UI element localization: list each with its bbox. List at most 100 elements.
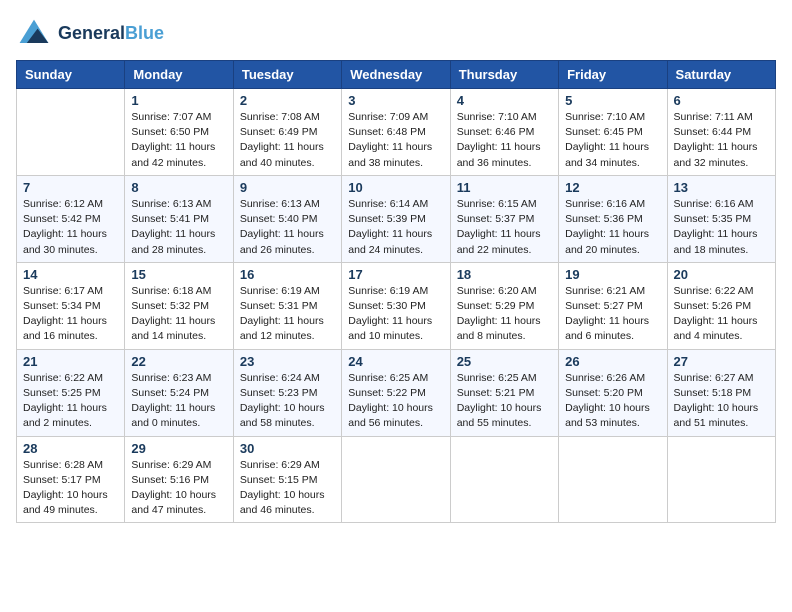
day-number: 26 xyxy=(565,354,660,369)
day-info: Sunrise: 6:13 AM Sunset: 5:40 PM Dayligh… xyxy=(240,197,335,258)
weekday-header: Monday xyxy=(125,61,233,89)
day-number: 23 xyxy=(240,354,335,369)
calendar-cell: 30 Sunrise: 6:29 AM Sunset: 5:15 PM Dayli… xyxy=(233,436,341,523)
weekday-header: Saturday xyxy=(667,61,775,89)
calendar-cell xyxy=(559,436,667,523)
day-number: 10 xyxy=(348,180,443,195)
day-number: 21 xyxy=(23,354,118,369)
day-number: 3 xyxy=(348,93,443,108)
calendar-cell: 27 Sunrise: 6:27 AM Sunset: 5:18 PM Dayli… xyxy=(667,349,775,436)
calendar-cell: 15 Sunrise: 6:18 AM Sunset: 5:32 PM Dayli… xyxy=(125,262,233,349)
day-number: 22 xyxy=(131,354,226,369)
day-info: Sunrise: 6:24 AM Sunset: 5:23 PM Dayligh… xyxy=(240,371,335,432)
calendar-cell: 11 Sunrise: 6:15 AM Sunset: 5:37 PM Dayli… xyxy=(450,175,558,262)
day-number: 14 xyxy=(23,267,118,282)
day-number: 8 xyxy=(131,180,226,195)
day-number: 6 xyxy=(674,93,769,108)
calendar-cell: 29Sunrise: 6:29 AM Sunset: 5:16 PM Dayli… xyxy=(125,436,233,523)
day-number: 17 xyxy=(348,267,443,282)
calendar-cell: 9 Sunrise: 6:13 AM Sunset: 5:40 PM Daylig… xyxy=(233,175,341,262)
day-info: Sunrise: 6:17 AM Sunset: 5:34 PM Dayligh… xyxy=(23,284,118,345)
day-number: 2 xyxy=(240,93,335,108)
day-number: 30 xyxy=(240,441,335,456)
calendar-cell xyxy=(450,436,558,523)
day-info: Sunrise: 6:22 AM Sunset: 5:25 PM Dayligh… xyxy=(23,371,118,432)
weekday-header: Sunday xyxy=(17,61,125,89)
day-info: Sunrise: 6:19 AM Sunset: 5:31 PM Dayligh… xyxy=(240,284,335,345)
page-header: GeneralBlue xyxy=(16,16,776,52)
day-number: 13 xyxy=(674,180,769,195)
day-info: Sunrise: 6:26 AM Sunset: 5:20 PM Dayligh… xyxy=(565,371,660,432)
calendar-cell: 3 Sunrise: 7:09 AM Sunset: 6:48 PM Daylig… xyxy=(342,89,450,176)
calendar-cell: 2 Sunrise: 7:08 AM Sunset: 6:49 PM Daylig… xyxy=(233,89,341,176)
calendar-cell: 7 Sunrise: 6:12 AM Sunset: 5:42 PM Daylig… xyxy=(17,175,125,262)
day-number: 7 xyxy=(23,180,118,195)
day-info: Sunrise: 6:29 AM Sunset: 5:16 PM Dayligh… xyxy=(131,458,226,519)
day-info: Sunrise: 6:28 AM Sunset: 5:17 PM Dayligh… xyxy=(23,458,118,519)
day-number: 1 xyxy=(131,93,226,108)
day-info: Sunrise: 6:29 AM Sunset: 5:15 PM Dayligh… xyxy=(240,458,335,519)
weekday-header: Tuesday xyxy=(233,61,341,89)
calendar-cell: 28 Sunrise: 6:28 AM Sunset: 5:17 PM Dayli… xyxy=(17,436,125,523)
calendar-cell: 22 Sunrise: 6:23 AM Sunset: 5:24 PM Dayli… xyxy=(125,349,233,436)
day-info: Sunrise: 6:25 AM Sunset: 5:22 PM Dayligh… xyxy=(348,371,443,432)
calendar-cell: 4 Sunrise: 7:10 AM Sunset: 6:46 PM Daylig… xyxy=(450,89,558,176)
day-number: 4 xyxy=(457,93,552,108)
day-number: 28 xyxy=(23,441,118,456)
day-info: Sunrise: 6:25 AM Sunset: 5:21 PM Dayligh… xyxy=(457,371,552,432)
day-info: Sunrise: 7:10 AM Sunset: 6:46 PM Dayligh… xyxy=(457,110,552,171)
logo-icon xyxy=(16,16,52,52)
day-info: Sunrise: 6:18 AM Sunset: 5:32 PM Dayligh… xyxy=(131,284,226,345)
day-number: 11 xyxy=(457,180,552,195)
calendar-cell: 21 Sunrise: 6:22 AM Sunset: 5:25 PM Dayli… xyxy=(17,349,125,436)
day-info: Sunrise: 6:12 AM Sunset: 5:42 PM Dayligh… xyxy=(23,197,118,258)
calendar-table: SundayMondayTuesdayWednesdayThursdayFrid… xyxy=(16,60,776,523)
weekday-header: Thursday xyxy=(450,61,558,89)
day-number: 18 xyxy=(457,267,552,282)
day-number: 24 xyxy=(348,354,443,369)
weekday-header: Friday xyxy=(559,61,667,89)
calendar-cell: 17 Sunrise: 6:19 AM Sunset: 5:30 PM Dayli… xyxy=(342,262,450,349)
calendar-cell xyxy=(17,89,125,176)
calendar-cell: 10 Sunrise: 6:14 AM Sunset: 5:39 PM Dayli… xyxy=(342,175,450,262)
day-info: Sunrise: 7:11 AM Sunset: 6:44 PM Dayligh… xyxy=(674,110,769,171)
day-info: Sunrise: 6:23 AM Sunset: 5:24 PM Dayligh… xyxy=(131,371,226,432)
day-number: 12 xyxy=(565,180,660,195)
day-number: 20 xyxy=(674,267,769,282)
day-info: Sunrise: 6:21 AM Sunset: 5:27 PM Dayligh… xyxy=(565,284,660,345)
calendar-cell: 25 Sunrise: 6:25 AM Sunset: 5:21 PM Dayli… xyxy=(450,349,558,436)
calendar-cell: 26 Sunrise: 6:26 AM Sunset: 5:20 PM Dayli… xyxy=(559,349,667,436)
day-info: Sunrise: 6:19 AM Sunset: 5:30 PM Dayligh… xyxy=(348,284,443,345)
calendar-cell: 24 Sunrise: 6:25 AM Sunset: 5:22 PM Dayli… xyxy=(342,349,450,436)
calendar-cell: 14 Sunrise: 6:17 AM Sunset: 5:34 PM Dayli… xyxy=(17,262,125,349)
day-number: 25 xyxy=(457,354,552,369)
logo: GeneralBlue xyxy=(16,16,164,52)
day-info: Sunrise: 6:16 AM Sunset: 5:35 PM Dayligh… xyxy=(674,197,769,258)
calendar-cell: 18 Sunrise: 6:20 AM Sunset: 5:29 PM Dayli… xyxy=(450,262,558,349)
day-info: Sunrise: 6:14 AM Sunset: 5:39 PM Dayligh… xyxy=(348,197,443,258)
day-info: Sunrise: 6:22 AM Sunset: 5:26 PM Dayligh… xyxy=(674,284,769,345)
day-number: 9 xyxy=(240,180,335,195)
calendar-cell: 20 Sunrise: 6:22 AM Sunset: 5:26 PM Dayli… xyxy=(667,262,775,349)
day-number: 27 xyxy=(674,354,769,369)
logo-text: GeneralBlue xyxy=(58,24,164,44)
calendar-cell: 8 Sunrise: 6:13 AM Sunset: 5:41 PM Daylig… xyxy=(125,175,233,262)
calendar-cell: 23 Sunrise: 6:24 AM Sunset: 5:23 PM Dayli… xyxy=(233,349,341,436)
day-info: Sunrise: 7:08 AM Sunset: 6:49 PM Dayligh… xyxy=(240,110,335,171)
calendar-cell: 16Sunrise: 6:19 AM Sunset: 5:31 PM Dayli… xyxy=(233,262,341,349)
weekday-header: Wednesday xyxy=(342,61,450,89)
calendar-cell xyxy=(342,436,450,523)
calendar-cell: 13 Sunrise: 6:16 AM Sunset: 5:35 PM Dayli… xyxy=(667,175,775,262)
calendar-cell xyxy=(667,436,775,523)
day-number: 19 xyxy=(565,267,660,282)
day-info: Sunrise: 7:09 AM Sunset: 6:48 PM Dayligh… xyxy=(348,110,443,171)
calendar-cell: 19 Sunrise: 6:21 AM Sunset: 5:27 PM Dayli… xyxy=(559,262,667,349)
day-info: Sunrise: 6:20 AM Sunset: 5:29 PM Dayligh… xyxy=(457,284,552,345)
calendar-cell: 5Sunrise: 7:10 AM Sunset: 6:45 PM Daylig… xyxy=(559,89,667,176)
day-info: Sunrise: 6:15 AM Sunset: 5:37 PM Dayligh… xyxy=(457,197,552,258)
day-info: Sunrise: 7:10 AM Sunset: 6:45 PM Dayligh… xyxy=(565,110,660,171)
day-number: 15 xyxy=(131,267,226,282)
day-info: Sunrise: 6:27 AM Sunset: 5:18 PM Dayligh… xyxy=(674,371,769,432)
calendar-cell: 1Sunrise: 7:07 AM Sunset: 6:50 PM Daylig… xyxy=(125,89,233,176)
day-info: Sunrise: 6:13 AM Sunset: 5:41 PM Dayligh… xyxy=(131,197,226,258)
